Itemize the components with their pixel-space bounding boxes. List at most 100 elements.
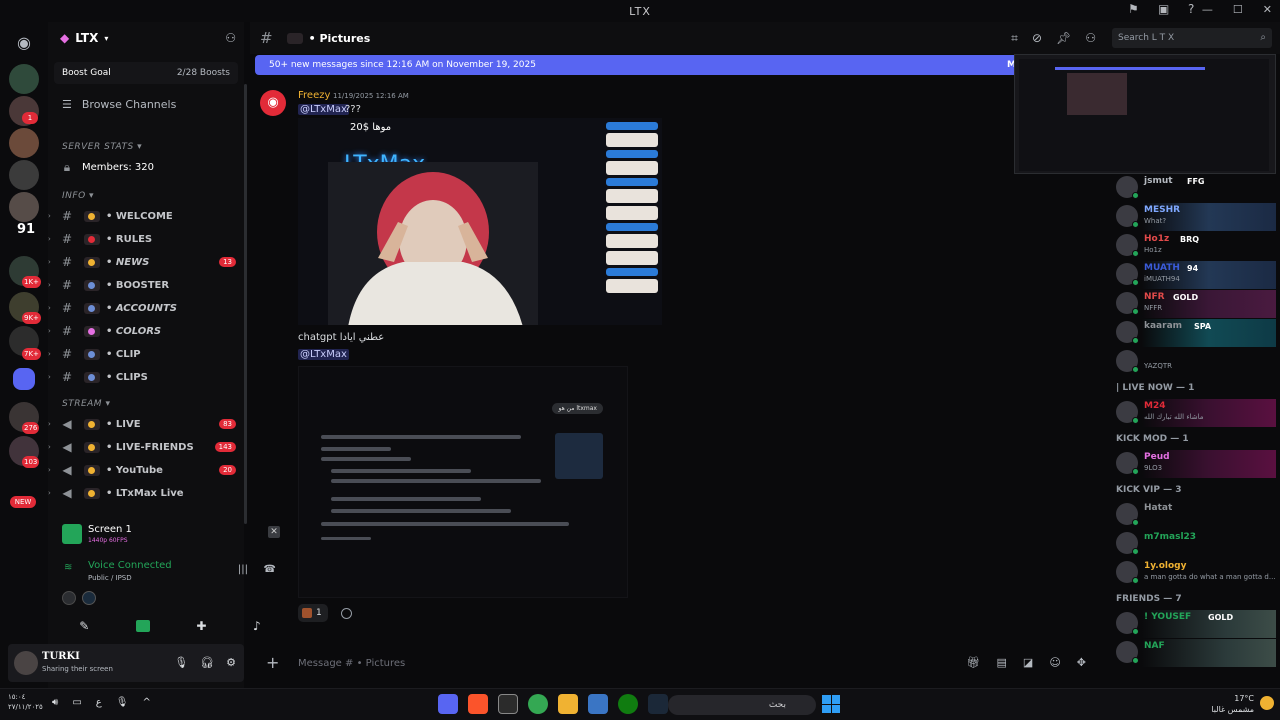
attach-plus-icon[interactable]: + bbox=[266, 653, 279, 672]
language-icon[interactable]: ع bbox=[96, 697, 102, 708]
member-item[interactable]: ! YOUSEF GOLD bbox=[1108, 610, 1276, 638]
brave-taskbar-icon[interactable] bbox=[468, 694, 488, 714]
signal-icon[interactable]: ≋ bbox=[64, 562, 72, 573]
member-item[interactable]: MESHR What? bbox=[1108, 203, 1276, 231]
members-icon[interactable]: ⚇ bbox=[1085, 31, 1096, 46]
taskbar-search[interactable]: بحث bbox=[668, 695, 816, 715]
channel-item[interactable]: › # • BOOSTER bbox=[48, 275, 242, 295]
channel-item[interactable]: › # • RULES bbox=[48, 229, 242, 249]
close-icon[interactable]: ✕ bbox=[1263, 3, 1272, 16]
voice-status[interactable]: Voice Connected bbox=[88, 560, 172, 571]
reaction-pill[interactable]: 1 bbox=[298, 604, 328, 622]
channel-members[interactable]: 🔒︎ Members: 320 bbox=[58, 157, 242, 177]
store-icon[interactable] bbox=[588, 694, 608, 714]
monitor-icon[interactable]: ▣ bbox=[1158, 3, 1170, 15]
user-mention[interactable]: @LTxMax bbox=[298, 349, 349, 360]
settings-gear-icon[interactable]: ⚙ bbox=[226, 656, 236, 669]
channel-item[interactable]: › # • CLIP bbox=[48, 344, 242, 364]
expand-arrow-icon[interactable]: › bbox=[48, 235, 51, 243]
file-explorer-icon[interactable] bbox=[558, 694, 578, 714]
flag-icon[interactable]: ⚑ bbox=[1128, 3, 1140, 15]
threads-icon[interactable]: ⌗ bbox=[1011, 31, 1018, 46]
discord-home-icon[interactable]: ◉ bbox=[9, 28, 39, 58]
member-item[interactable]: kaaram SPA bbox=[1108, 319, 1276, 347]
expand-arrow-icon[interactable]: › bbox=[48, 489, 51, 497]
expand-arrow-icon[interactable]: › bbox=[48, 212, 51, 220]
category-stream[interactable]: STREAM ▾ bbox=[62, 399, 110, 409]
server-header[interactable]: ◆ LTX ▾ ⚇ bbox=[48, 22, 244, 54]
sidebar-scrollbar[interactable] bbox=[244, 84, 247, 524]
channel-item[interactable]: › ◀ • YouTube 20 bbox=[48, 460, 242, 480]
disconnect-icon[interactable]: ☎ bbox=[264, 564, 276, 575]
apps-icon[interactable]: ✥ bbox=[1077, 656, 1086, 669]
emoji-icon[interactable]: ☺ bbox=[1049, 656, 1060, 669]
windows-start-icon[interactable] bbox=[822, 695, 840, 713]
minimize-icon[interactable]: — bbox=[1202, 3, 1213, 16]
expand-arrow-icon[interactable]: › bbox=[48, 258, 51, 266]
channel-item[interactable]: › ◀ • LIVE-FRIENDS 143 bbox=[48, 437, 242, 457]
user-mention[interactable]: @LTxMax bbox=[298, 104, 349, 115]
member-item[interactable]: Ho1z BRQ Ho1z bbox=[1108, 232, 1276, 260]
new-messages-banner[interactable]: 50+ new messages since 12:16 AM on Novem… bbox=[255, 55, 1020, 75]
expand-arrow-icon[interactable]: › bbox=[48, 327, 51, 335]
channel-item[interactable]: › # • WELCOME bbox=[48, 206, 242, 226]
sticker-icon[interactable]: ◪ bbox=[1023, 656, 1033, 669]
category-server-stats[interactable]: SERVER STATS ▾ bbox=[62, 142, 142, 152]
expand-arrow-icon[interactable]: › bbox=[48, 373, 51, 381]
mic-tray-icon[interactable]: 🎙︎ bbox=[116, 697, 129, 708]
screen-share-preview[interactable] bbox=[1014, 54, 1276, 174]
noise-suppression-icon[interactable]: ||| bbox=[238, 564, 248, 575]
clock[interactable]: ١٥:٠٤ ٢٧/١١/٢٠٢٥ bbox=[8, 692, 43, 712]
member-item[interactable]: 1y.ology a man gotta do what a man gotta … bbox=[1108, 559, 1276, 587]
gift-icon[interactable]: 🎁︎ bbox=[967, 656, 981, 669]
category-info[interactable]: INFO ▾ bbox=[62, 191, 94, 201]
xbox-icon[interactable] bbox=[618, 694, 638, 714]
camera-off-icon[interactable]: ✎ bbox=[79, 619, 89, 633]
server-number[interactable]: 91 bbox=[17, 222, 47, 252]
network-icon[interactable]: ▭ bbox=[72, 697, 81, 708]
channel-item[interactable]: › # • ACCOUNTS bbox=[48, 298, 242, 318]
weather-widget[interactable]: 17°C مشمس غالبا bbox=[1211, 693, 1254, 715]
member-item[interactable]: jsmut FFG bbox=[1108, 174, 1276, 202]
channel-item[interactable]: › ◀ • LIVE 83 bbox=[48, 414, 242, 434]
gif-icon[interactable]: ▤ bbox=[997, 656, 1007, 669]
voice-avatar[interactable] bbox=[62, 591, 76, 605]
message-composer[interactable]: + Message # • Pictures 🎁︎ ▤ ◪ ☺ ✥ bbox=[256, 650, 1096, 678]
share-screen-icon[interactable] bbox=[135, 620, 150, 632]
boost-goal-bar[interactable]: Boost Goal 2/28 Boosts bbox=[54, 62, 238, 84]
member-item[interactable]: M24 ماشاء الله تبارك الله bbox=[1108, 399, 1276, 427]
discord-taskbar-icon[interactable] bbox=[438, 694, 458, 714]
add-reaction-icon[interactable] bbox=[341, 608, 352, 619]
chatgpt-screenshot[interactable]: من هو ltxmax bbox=[298, 366, 628, 598]
mute-bell-icon[interactable]: ⊘ bbox=[1032, 31, 1042, 46]
expand-arrow-icon[interactable]: › bbox=[48, 304, 51, 312]
pin-icon[interactable]: 📌︎ bbox=[1056, 31, 1071, 46]
help-icon[interactable]: ? bbox=[1188, 3, 1200, 15]
screen-share-panel[interactable]: Screen 1 1440p 60FPS ✕ bbox=[56, 520, 284, 552]
member-item[interactable]: NAF bbox=[1108, 639, 1276, 667]
folder-icon[interactable] bbox=[13, 368, 35, 390]
soundboard-icon[interactable]: ♪ bbox=[253, 619, 261, 633]
user-name[interactable]: TURKI bbox=[42, 651, 80, 662]
channel-item[interactable]: › # • COLORS bbox=[48, 321, 242, 341]
search-input[interactable]: Search L T X ⌕ bbox=[1112, 28, 1272, 48]
mic-icon[interactable]: 🎙︎ bbox=[174, 656, 188, 669]
member-item[interactable]: Peud 9LO3 bbox=[1108, 450, 1276, 478]
activities-icon[interactable]: ✚ bbox=[196, 619, 206, 633]
app-taskbar-icon[interactable] bbox=[498, 694, 518, 714]
member-item[interactable]: NFR GOLD NFFR bbox=[1108, 290, 1276, 318]
expand-arrow-icon[interactable]: › bbox=[48, 466, 51, 474]
add-user-icon[interactable]: ⚇ bbox=[225, 31, 236, 45]
steam-icon[interactable] bbox=[648, 694, 668, 714]
browse-channels[interactable]: ☰ Browse Channels bbox=[48, 98, 244, 111]
channel-item[interactable]: › # • CLIPS bbox=[48, 367, 242, 387]
server-icon[interactable] bbox=[9, 160, 39, 190]
close-screen-icon[interactable]: ✕ bbox=[268, 526, 280, 538]
server-icon[interactable] bbox=[9, 64, 39, 94]
headphones-icon[interactable]: 🎧︎ bbox=[200, 656, 214, 669]
user-avatar[interactable] bbox=[14, 651, 38, 675]
member-item[interactable]: YAZQTR bbox=[1108, 348, 1276, 376]
maximize-icon[interactable]: ☐ bbox=[1233, 3, 1243, 16]
expand-arrow-icon[interactable]: › bbox=[48, 443, 51, 451]
volume-icon[interactable]: 🔊︎ bbox=[52, 697, 58, 708]
